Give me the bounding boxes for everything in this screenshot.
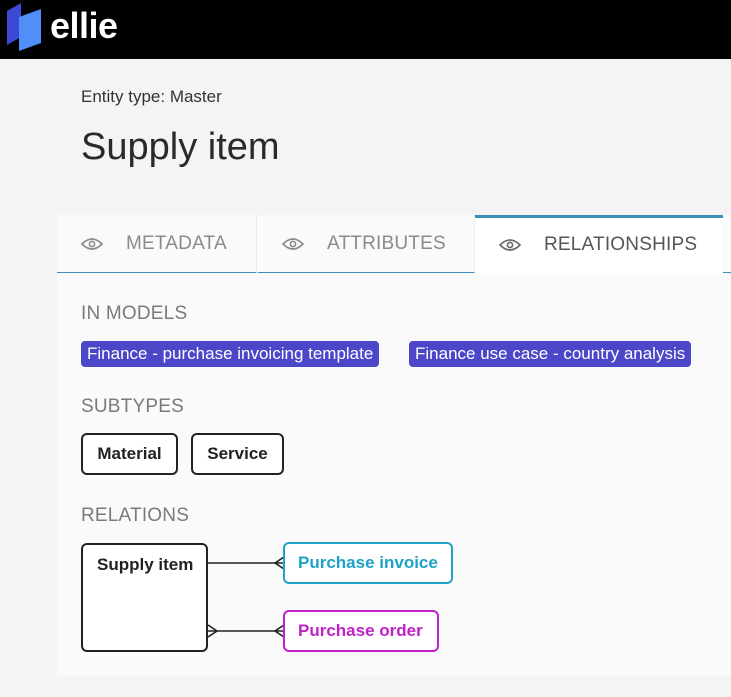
subtypes-heading: SUBTYPES: [81, 396, 184, 417]
eye-icon: [81, 237, 103, 250]
relation-target-purchase-order[interactable]: Purchase order: [283, 610, 439, 652]
tab-bar: METADATA ATTRIBUTES RELATIONSHIPS: [57, 215, 731, 274]
tab-relationships[interactable]: RELATIONSHIPS: [475, 215, 723, 273]
in-models-heading: IN MODELS: [81, 303, 188, 324]
subtype-service[interactable]: Service: [191, 433, 284, 475]
brand-name[interactable]: ellie: [50, 4, 118, 48]
page-title: Supply item: [81, 126, 280, 168]
entity-type-label: Entity type: Master: [81, 87, 222, 106]
tab-label: METADATA: [126, 232, 227, 254]
source-entity-label: Supply item: [97, 555, 194, 574]
model-tag[interactable]: Finance - purchase invoicing template: [81, 341, 380, 367]
tab-attributes[interactable]: ATTRIBUTES: [258, 215, 475, 273]
ellie-logo-icon[interactable]: [5, 3, 43, 51]
top-bar: ellie: [0, 0, 731, 59]
tab-label: RELATIONSHIPS: [544, 234, 698, 255]
eye-icon: [499, 239, 521, 251]
model-tag[interactable]: Finance use case - country analysis: [409, 341, 692, 367]
eye-icon: [282, 237, 304, 250]
tab-label: ATTRIBUTES: [327, 232, 446, 254]
subtype-material[interactable]: Material: [81, 433, 178, 475]
tab-divider: [723, 272, 731, 273]
source-entity-box[interactable]: Supply item: [81, 543, 208, 652]
tab-metadata[interactable]: METADATA: [57, 215, 257, 273]
relation-target-purchase-invoice[interactable]: Purchase invoice: [283, 542, 453, 584]
relations-heading: RELATIONS: [81, 505, 190, 526]
